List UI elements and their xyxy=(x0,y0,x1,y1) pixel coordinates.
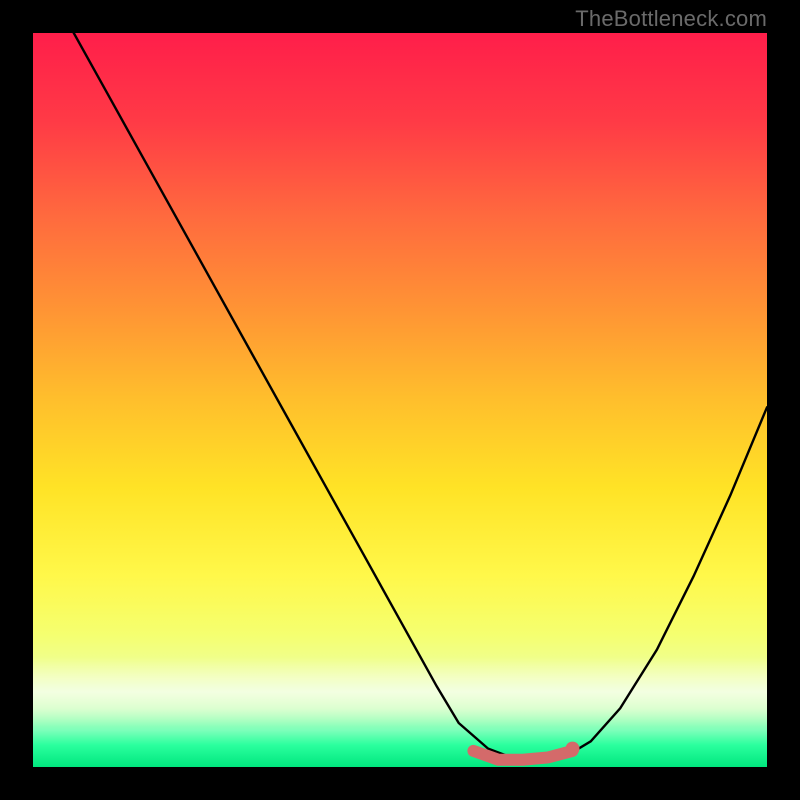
bottleneck-curve xyxy=(33,33,767,760)
optimal-range-segment xyxy=(473,751,572,760)
plot-area xyxy=(33,33,767,767)
optimal-end-dot xyxy=(566,742,580,756)
curve-svg xyxy=(33,33,767,767)
watermark-text: TheBottleneck.com xyxy=(575,6,767,32)
chart-frame: TheBottleneck.com xyxy=(0,0,800,800)
